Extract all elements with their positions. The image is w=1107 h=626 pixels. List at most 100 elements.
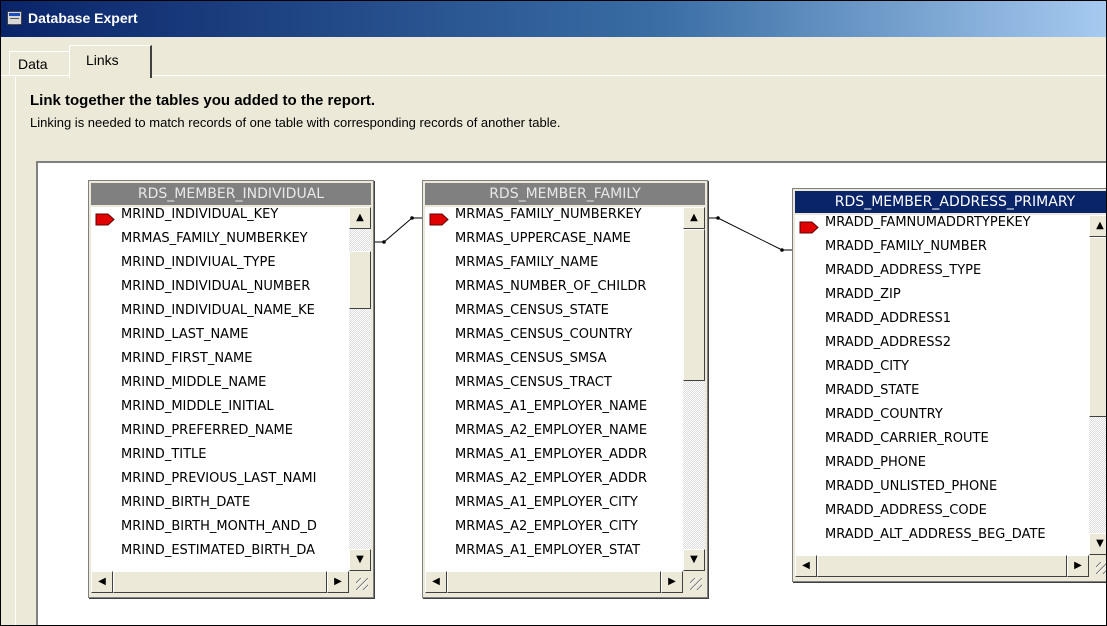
scroll-down-arrow-icon[interactable]: ▼ — [1089, 533, 1106, 555]
scroll-thumb-horizontal[interactable] — [447, 571, 661, 593]
field-item[interactable]: MRIND_LAST_NAME — [91, 327, 249, 351]
field-item[interactable]: MRIND_ESTIMATED_BIRTH_DA — [91, 543, 315, 567]
field-name: MRIND_PREVIOUS_LAST_NAMI — [121, 471, 317, 486]
field-name: MRMAS_UPPERCASE_NAME — [455, 231, 631, 246]
scroll-thumb[interactable] — [683, 229, 705, 381]
field-item[interactable]: MRMAS_FAMILY_NUMBERKEY — [91, 231, 308, 255]
link-line[interactable] — [374, 216, 422, 244]
field-item[interactable]: MRIND_INDIVIDUAL_NUMBER — [91, 279, 310, 303]
field-item[interactable]: MRIND_PREVIOUS_LAST_NAMI — [91, 471, 316, 495]
field-item[interactable]: MRADD_CITY — [795, 359, 909, 383]
field-item[interactable]: MRADD_STATE — [795, 383, 919, 407]
field-item[interactable]: MRADD_ADDRESS_TYPE — [795, 263, 981, 287]
field-list[interactable]: MRADD_FAMNUMADDRTYPEKEY MRADD_FAMILY_NUMB… — [795, 215, 1089, 555]
field-item[interactable]: MRADD_ZIP — [795, 287, 901, 311]
table-rds-member-address-primary[interactable]: RDS_MEMBER_ADDRESS_PRIMARY MRADD_FAMNUMAD… — [792, 188, 1106, 582]
scroll-down-arrow-icon[interactable]: ▼ — [683, 549, 705, 571]
field-item[interactable]: MRIND_TITLE — [91, 447, 207, 471]
table-title[interactable]: RDS_MEMBER_ADDRESS_PRIMARY — [795, 191, 1106, 213]
resize-grip-icon[interactable] — [349, 571, 371, 593]
field-item[interactable]: MRMAS_UPPERCASE_NAME — [425, 231, 631, 255]
scroll-thumb[interactable] — [349, 251, 371, 309]
title-bar[interactable]: Database Expert — [1, 1, 1106, 37]
field-name: MRMAS_CENSUS_STATE — [455, 303, 609, 318]
field-item[interactable]: MRIND_BIRTH_DATE — [91, 495, 250, 519]
scroll-right-arrow-icon[interactable]: ▶ — [1067, 555, 1089, 577]
field-item[interactable]: MRMAS_CENSUS_STATE — [425, 303, 609, 327]
table-title[interactable]: RDS_MEMBER_INDIVIDUAL — [91, 183, 371, 205]
scroll-left-arrow-icon[interactable]: ◀ — [91, 571, 113, 593]
table-rds-member-individual[interactable]: RDS_MEMBER_INDIVIDUAL MRIND_INDIVIDUAL_KE… — [88, 180, 374, 598]
links-description: Linking is needed to match records of on… — [30, 115, 561, 130]
field-item[interactable]: MRMAS_A1_EMPLOYER_CITY — [425, 495, 638, 519]
field-item[interactable]: MRADD_UNLISTED_PHONE — [795, 479, 997, 503]
field-item[interactable]: MRADD_COUNTRY — [795, 407, 943, 431]
table-title[interactable]: RDS_MEMBER_FAMILY — [425, 183, 705, 205]
field-name: MRMAS_A1_EMPLOYER_NAME — [455, 399, 648, 414]
field-name: MRIND_PREFERRED_NAME — [121, 423, 293, 438]
field-item[interactable]: MRADD_ADDRESS_CODE — [795, 503, 987, 527]
field-name: MRADD_ALT_ADDRESS_BEG_DATE — [825, 527, 1046, 542]
field-item[interactable]: MRMAS_CENSUS_SMSA — [425, 351, 607, 375]
field-item[interactable]: MRIND_INDIVIUAL_TYPE — [91, 255, 276, 279]
horizontal-scrollbar[interactable]: ◀ ▶ — [795, 555, 1089, 577]
horizontal-scrollbar[interactable]: ◀ ▶ — [91, 571, 349, 593]
field-item[interactable]: MRMAS_FAMILY_NAME — [425, 255, 598, 279]
scroll-up-arrow-icon[interactable]: ▲ — [1089, 215, 1106, 237]
scroll-up-arrow-icon[interactable]: ▲ — [683, 207, 705, 229]
link-line[interactable] — [708, 216, 792, 252]
field-item[interactable]: MRADD_ADDRESS2 — [795, 335, 951, 359]
field-item[interactable]: MRIND_MIDDLE_NAME — [91, 375, 266, 399]
field-item[interactable]: MRADD_FAMILY_NUMBER — [795, 239, 987, 263]
horizontal-scrollbar[interactable]: ◀ ▶ — [425, 571, 683, 593]
field-name: MRMAS_CENSUS_TRACT — [455, 375, 612, 390]
vertical-scrollbar[interactable]: ▲ ▼ — [1089, 215, 1106, 555]
scroll-thumb-horizontal[interactable] — [113, 571, 327, 593]
field-list[interactable]: MRIND_INDIVIDUAL_KEY MRMAS_FAMILY_NUMBERK… — [91, 207, 349, 571]
field-item[interactable]: MRADD_FAMNUMADDRTYPEKEY — [795, 215, 1031, 239]
field-item[interactable]: MRIND_PREFERRED_NAME — [91, 423, 293, 447]
field-item[interactable]: MRMAS_FAMILY_NUMBERKEY — [425, 207, 642, 231]
field-item[interactable]: MRMAS_A2_EMPLOYER_NAME — [425, 423, 647, 447]
table-rds-member-family[interactable]: RDS_MEMBER_FAMILY MRMAS_FAMILY_NUMBERKEY M… — [422, 180, 708, 598]
field-item[interactable]: MRMAS_NUMBER_OF_CHILDR — [425, 279, 646, 303]
scroll-right-arrow-icon[interactable]: ▶ — [327, 571, 349, 593]
field-item[interactable]: MRMAS_A1_EMPLOYER_NAME — [425, 399, 647, 423]
field-item[interactable]: MRADD_ADDRESS1 — [795, 311, 951, 335]
tab-data[interactable]: Data — [9, 51, 71, 76]
scroll-thumb[interactable] — [1089, 237, 1106, 417]
field-item[interactable]: MRIND_INDIVIDUAL_KEY — [91, 207, 278, 231]
resize-grip-icon[interactable] — [1089, 555, 1106, 577]
field-item[interactable]: MRADD_ALT_ADDRESS_BEG_DATE — [795, 527, 1046, 551]
field-item[interactable]: MRIND_INDIVIDUAL_NAME_KE — [91, 303, 315, 327]
field-name: MRIND_MIDDLE_INITIAL — [121, 399, 274, 414]
tab-links[interactable]: Links — [69, 45, 152, 78]
field-name: MRADD_FAMNUMADDRTYPEKEY — [825, 215, 1031, 230]
field-item[interactable]: MRADD_PHONE — [795, 455, 926, 479]
scroll-up-arrow-icon[interactable]: ▲ — [349, 207, 371, 229]
scroll-right-arrow-icon[interactable]: ▶ — [661, 571, 683, 593]
field-item[interactable]: MRADD_CARRIER_ROUTE — [795, 431, 989, 455]
window-title: Database Expert — [28, 10, 138, 26]
vertical-scrollbar[interactable]: ▲ ▼ — [349, 207, 371, 571]
field-item[interactable]: MRMAS_A2_EMPLOYER_CITY — [425, 519, 638, 543]
scroll-thumb-horizontal[interactable] — [817, 555, 1067, 577]
links-canvas[interactable]: RDS_MEMBER_INDIVIDUAL MRIND_INDIVIDUAL_KE… — [36, 161, 1106, 625]
field-item[interactable]: MRMAS_CENSUS_COUNTRY — [425, 327, 632, 351]
field-item[interactable]: MRMAS_A1_EMPLOYER_ADDR — [425, 447, 647, 471]
field-item[interactable]: MRIND_BIRTH_MONTH_AND_D — [91, 519, 317, 543]
scroll-left-arrow-icon[interactable]: ◀ — [425, 571, 447, 593]
field-item[interactable]: MRMAS_A1_EMPLOYER_STAT — [425, 543, 640, 567]
vertical-scrollbar[interactable]: ▲ ▼ — [683, 207, 705, 571]
field-name: MRMAS_FAMILY_NAME — [455, 255, 599, 270]
field-name: MRADD_CITY — [825, 359, 909, 374]
field-item[interactable]: MRMAS_CENSUS_TRACT — [425, 375, 612, 399]
resize-grip-icon[interactable] — [683, 571, 705, 593]
field-item[interactable]: MRMAS_A2_EMPLOYER_ADDR — [425, 471, 647, 495]
field-list[interactable]: MRMAS_FAMILY_NUMBERKEY MRMAS_UPPERCASE_NA… — [425, 207, 683, 571]
field-name: MRMAS_FAMILY_NUMBERKEY — [455, 207, 642, 222]
field-item[interactable]: MRIND_MIDDLE_INITIAL — [91, 399, 274, 423]
scroll-down-arrow-icon[interactable]: ▼ — [349, 549, 371, 571]
field-item[interactable]: MRIND_FIRST_NAME — [91, 351, 252, 375]
scroll-left-arrow-icon[interactable]: ◀ — [795, 555, 817, 577]
